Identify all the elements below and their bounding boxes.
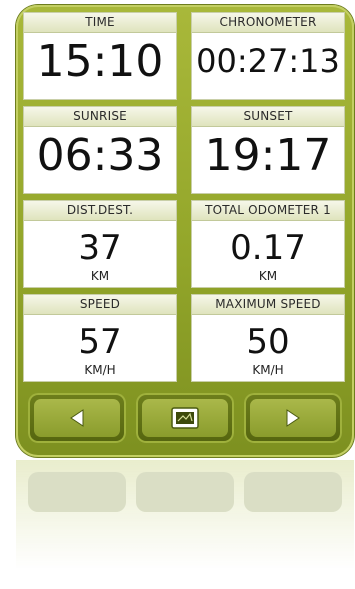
sunrise-value: 06:33 (36, 130, 164, 181)
total-odometer-field[interactable]: TOTAL ODOMETER 1 0.17 KM (191, 200, 345, 288)
sunrise-field[interactable]: SUNRISE 06:33 (23, 106, 177, 194)
trip-computer-panel: TIME 15:10 CHRONOMETER 00:27:13 SUNRISE … (16, 5, 354, 457)
left-arrow-icon (70, 409, 84, 427)
total-odometer-label: TOTAL ODOMETER 1 (192, 201, 344, 221)
speed-value: 57 (78, 322, 122, 362)
max-speed-unit: KM/H (252, 363, 284, 377)
dist-dest-label: DIST.DEST. (24, 201, 176, 221)
max-speed-value: 50 (246, 322, 290, 362)
chronometer-label: CHRONOMETER (192, 13, 344, 33)
previous-button[interactable] (28, 393, 126, 443)
dist-dest-value: 37 (78, 228, 122, 268)
right-arrow-icon (286, 409, 300, 427)
chronometer-field[interactable]: CHRONOMETER 00:27:13 (191, 12, 345, 100)
time-field[interactable]: TIME 15:10 (23, 12, 177, 100)
panel-reflection (16, 460, 354, 589)
max-speed-field[interactable]: MAXIMUM SPEED 50 KM/H (191, 294, 345, 382)
dist-dest-unit: KM (90, 269, 110, 283)
total-odometer-value: 0.17 (230, 228, 306, 268)
time-value: 15:10 (36, 36, 164, 87)
reflection-button-right (244, 472, 342, 512)
dist-dest-field[interactable]: DIST.DEST. 37 KM (23, 200, 177, 288)
map-view-icon (171, 407, 199, 429)
sunset-field[interactable]: SUNSET 19:17 (191, 106, 345, 194)
next-button[interactable] (244, 393, 342, 443)
sunset-value: 19:17 (204, 130, 332, 181)
reflection-button-center (136, 472, 234, 512)
total-odometer-unit: KM (258, 269, 278, 283)
speed-field[interactable]: SPEED 57 KM/H (23, 294, 177, 382)
time-label: TIME (24, 13, 176, 33)
chronometer-value: 00:27:13 (196, 42, 340, 80)
reflection-button-left (28, 472, 126, 512)
sunrise-label: SUNRISE (24, 107, 176, 127)
map-view-button[interactable] (136, 393, 234, 443)
speed-label: SPEED (24, 295, 176, 315)
sunset-label: SUNSET (192, 107, 344, 127)
speed-unit: KM/H (84, 363, 116, 377)
max-speed-label: MAXIMUM SPEED (192, 295, 344, 315)
